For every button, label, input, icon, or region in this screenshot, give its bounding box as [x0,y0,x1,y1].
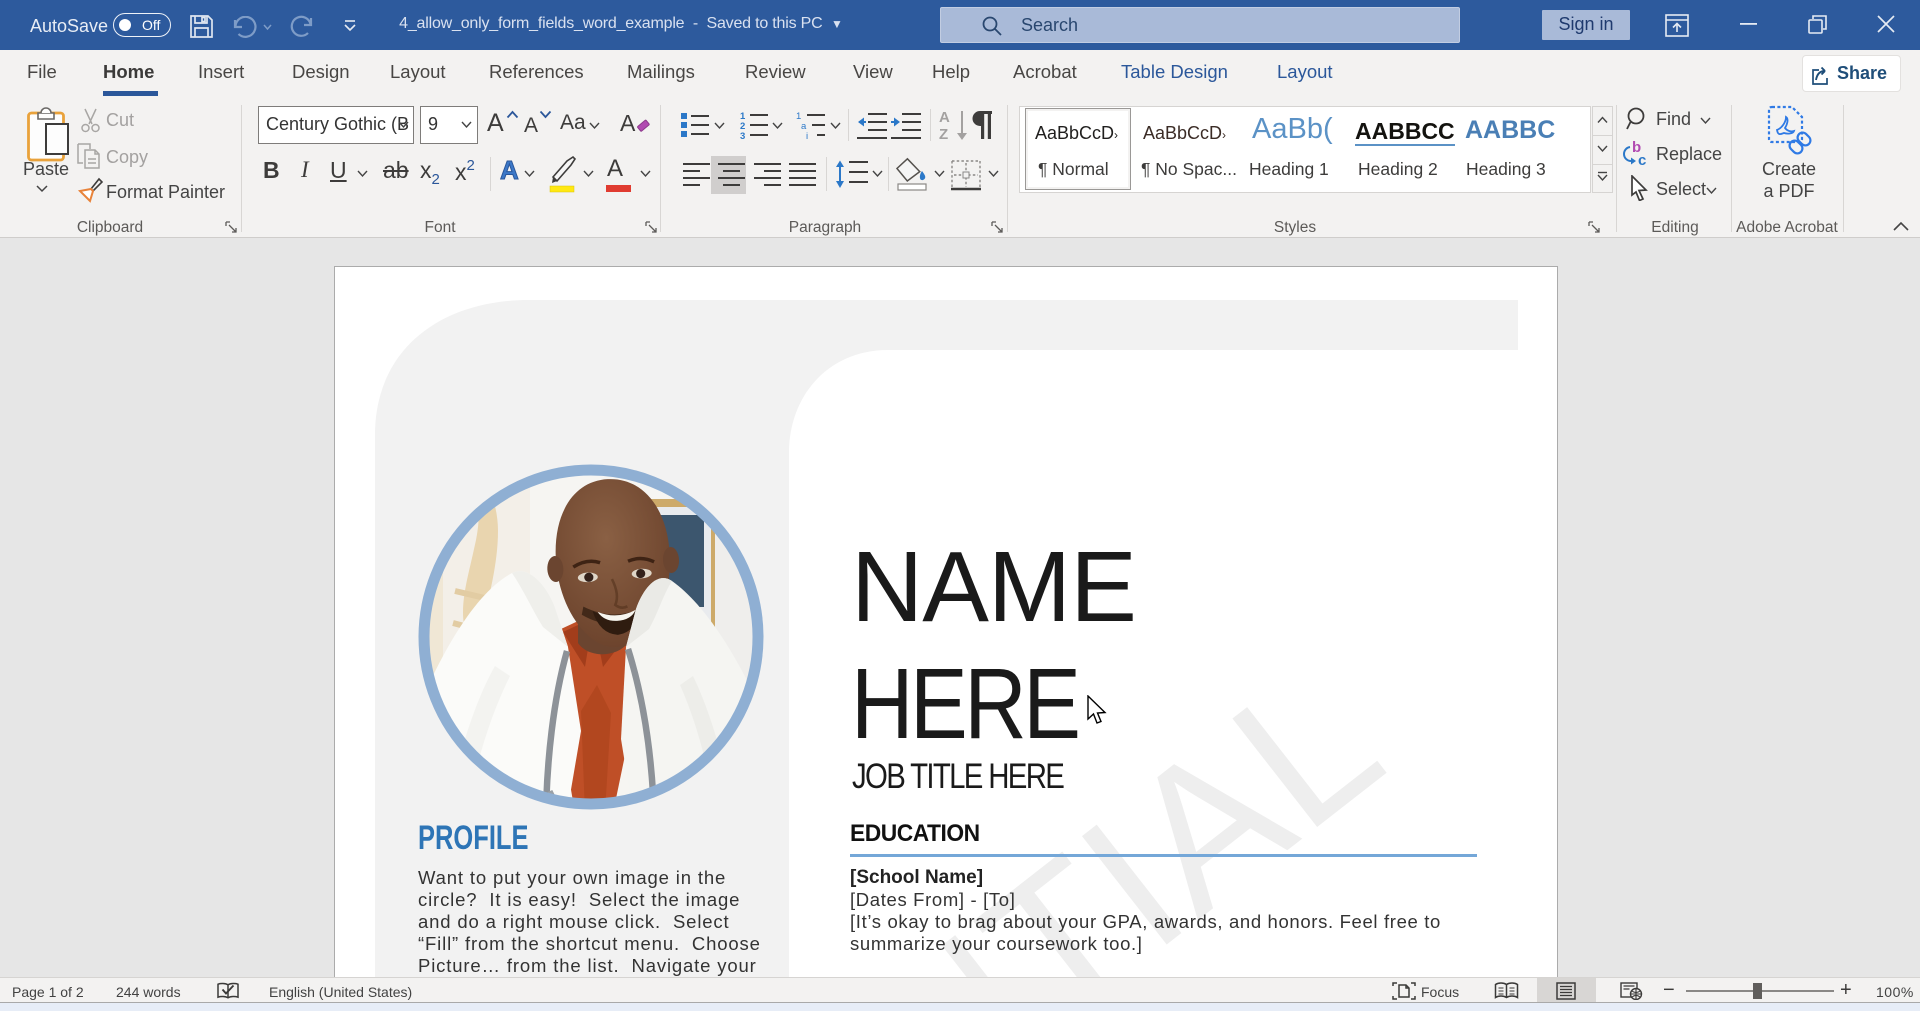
svg-text:c: c [1638,152,1646,168]
svg-text:Z: Z [939,126,948,141]
svg-text:A: A [939,109,950,126]
svg-text:i: i [806,131,808,140]
svg-text:3: 3 [740,131,745,140]
